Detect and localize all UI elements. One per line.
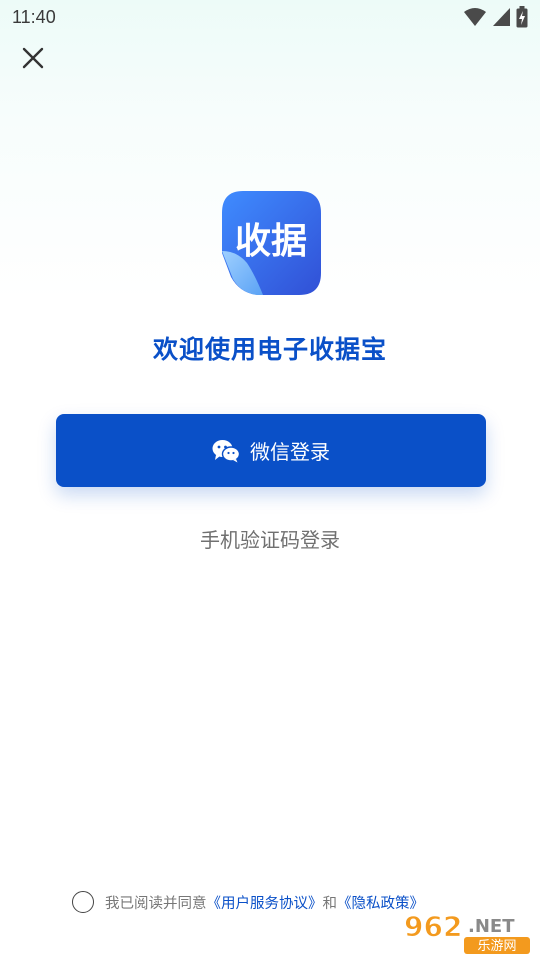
close-button[interactable] [18,43,48,73]
agreement-row: 我已阅读并同意 《用户服务协议》 和 《隐私政策》 [72,888,424,916]
watermark-number: 962 [404,910,462,943]
logo-text: 收据 [235,221,307,262]
welcome-title: 欢迎使用电子收据宝 [152,335,387,364]
status-bar: 11:40 [0,0,540,34]
watermark-icon: 962 .NET 乐游网 [404,910,530,954]
user-agreement-link[interactable]: 《用户服务协议》 [207,892,323,913]
watermark-subtitle: 乐游网 [477,939,516,954]
wechat-login-button[interactable]: 微信登录 [56,414,486,487]
agreement-and: 和 [322,895,338,912]
watermark-suffix: .NET [468,916,515,937]
signal-icon [493,8,510,26]
wechat-login-label: 微信登录 [250,440,330,464]
sms-login-link[interactable]: 手机验证码登录 [0,524,540,553]
close-icon [22,47,44,69]
watermark-logo: 962 .NET 乐游网 [402,906,534,956]
app-logo: 收据 [221,191,321,295]
status-icons [464,6,528,28]
wechat-icon [212,439,240,462]
app-logo-icon: 收据 [222,191,321,295]
agreement-prefix: 我已阅读并同意 [105,895,207,912]
status-time: 11:40 [12,7,56,27]
agreement-radio[interactable] [72,891,94,913]
battery-icon [516,6,528,28]
wifi-icon [464,8,486,26]
